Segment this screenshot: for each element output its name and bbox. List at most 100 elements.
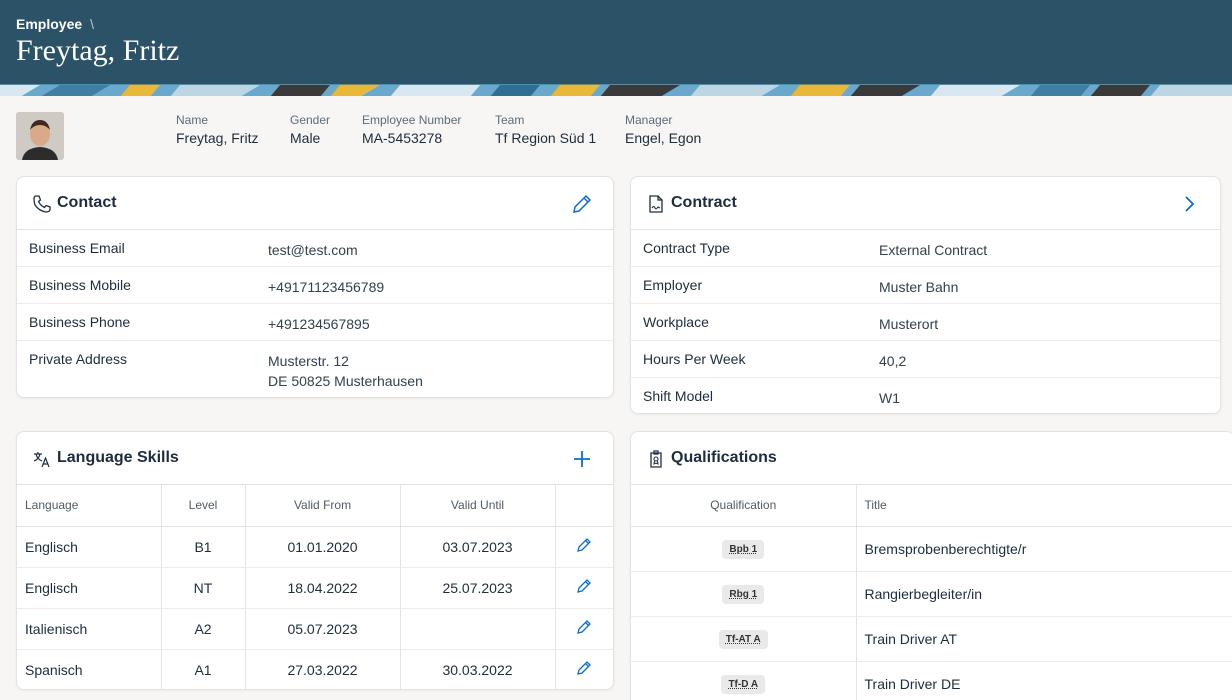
profile-label: Employee Number (362, 113, 462, 127)
breadcrumb-employee-link[interactable]: Employee (16, 16, 82, 32)
contract-title: Contract (671, 194, 737, 211)
banner-pattern-icon (0, 85, 1232, 96)
contract-row: Hours Per Week 40,2 (631, 341, 1220, 378)
contract-label: Hours Per Week (643, 351, 746, 367)
table-row: Englisch NT 18.04.2022 25.07.2023 (17, 567, 613, 609)
profile-field-name: Name Freytag, Fritz (176, 113, 258, 146)
language-cell: Spanisch (17, 649, 162, 689)
contract-value: W1 (879, 390, 900, 406)
qualification-badge[interactable]: Tf-D A (721, 674, 766, 694)
business-mobile-link[interactable]: +49171123456789 (268, 277, 384, 297)
business-phone-link[interactable]: +491234567895 (268, 314, 370, 334)
level-cell: NT (161, 567, 246, 609)
contact-row: Business Email test@test.com (17, 230, 613, 267)
language-cell: Englisch (17, 567, 162, 609)
contact-row: Business Phone +491234567895 (17, 304, 613, 341)
edit-row-pencil-icon[interactable] (575, 659, 593, 677)
profile-value: Engel, Egon (625, 130, 702, 146)
profile-label: Name (176, 113, 209, 127)
language-card-header: Language Skills (17, 432, 613, 485)
business-email-link[interactable]: test@test.com (268, 240, 358, 260)
profile-value: Freytag, Fritz (176, 130, 259, 146)
title-cell: Bremsprobenberechtigte/r (856, 526, 1232, 572)
contract-document-icon (649, 195, 663, 213)
breadcrumb-separator: \ (90, 16, 95, 32)
edit-row-pencil-icon[interactable] (575, 618, 593, 636)
language-cell: Englisch (17, 526, 162, 568)
edit-row-pencil-icon[interactable] (575, 536, 593, 554)
profile-label: Gender (290, 113, 331, 127)
contact-label: Business Mobile (29, 277, 131, 293)
table-row: Englisch B1 01.01.2020 03.07.2023 (17, 526, 613, 568)
contact-row: Business Mobile +49171123456789 (17, 267, 613, 304)
level-cell: A1 (161, 649, 246, 689)
valid-until-cell (400, 608, 556, 650)
valid-until-cell: 03.07.2023 (400, 526, 556, 568)
contact-row: Private Address Musterstr. 12 DE 50825 M… (17, 341, 613, 397)
address-line-1: Musterstr. 12 (268, 353, 349, 369)
decorative-banner (0, 84, 1232, 96)
title-cell: Train Driver AT (856, 616, 1232, 662)
chevron-right-icon[interactable] (1176, 191, 1202, 217)
contract-value: Musterort (879, 316, 939, 332)
valid-from-cell: 01.01.2020 (245, 526, 401, 568)
column-header-valid-from[interactable]: Valid From (245, 485, 401, 527)
table-row: Spanisch A1 27.03.2022 30.03.2022 (17, 649, 613, 689)
qualification-cell: Rbg 1 (631, 571, 857, 617)
contract-label: Shift Model (643, 388, 714, 404)
qualifications-table-header: Qualification Title (631, 485, 1232, 527)
contact-card: Contact Business Email test@test.com Bus… (16, 176, 614, 398)
edit-contact-pencil-icon[interactable] (569, 191, 595, 217)
valid-from-cell: 05.07.2023 (245, 608, 401, 650)
table-row: Bpb 1 Bremsprobenberechtigte/r (631, 526, 1232, 572)
row-actions (555, 526, 613, 568)
profile-field-gender: Gender Male (290, 113, 330, 146)
language-cell: Italienisch (17, 608, 162, 650)
breadcrumb: Employee \ (16, 16, 94, 32)
qualifications-table: Qualification Title Bpb 1 Bremsprobenber… (631, 485, 1232, 700)
contract-value: Muster Bahn (879, 279, 959, 295)
qualification-cell: Tf-D A (631, 661, 857, 700)
title-cell: Train Driver DE (856, 661, 1232, 700)
avatar (16, 112, 64, 160)
address-line-2: DE 50825 Musterhausen (268, 373, 423, 389)
column-header-qualification[interactable]: Qualification (631, 485, 857, 527)
profile-label: Manager (625, 113, 673, 127)
row-actions (555, 608, 613, 650)
edit-row-pencil-icon[interactable] (575, 577, 593, 595)
column-header-actions (555, 485, 613, 527)
level-cell: B1 (161, 526, 246, 568)
language-table: Language Level Valid From Valid Until En… (17, 485, 613, 689)
level-cell: A2 (161, 608, 246, 650)
column-header-title[interactable]: Title (856, 485, 1232, 527)
qualification-cell: Tf-AT A (631, 616, 857, 662)
add-icon[interactable] (569, 446, 595, 472)
qualification-badge[interactable]: Rbg 1 (722, 584, 765, 604)
contract-row: Shift Model W1 (631, 378, 1220, 413)
contract-card: Contract Contract Type External Contract… (630, 176, 1221, 414)
table-row: Tf-D A Train Driver DE (631, 661, 1232, 700)
row-actions (555, 649, 613, 689)
profile-label: Team (495, 113, 525, 127)
contract-row: Contract Type External Contract (631, 230, 1220, 267)
qualifications-title: Qualifications (671, 449, 777, 466)
column-header-language[interactable]: Language (17, 485, 162, 527)
valid-from-cell: 18.04.2022 (245, 567, 401, 609)
profile-value: MA-5453278 (362, 130, 443, 146)
profile-field-employee-number: Employee Number MA-5453278 (362, 113, 461, 146)
contract-row: Workplace Musterort (631, 304, 1220, 341)
valid-until-cell: 30.03.2022 (400, 649, 556, 689)
profile-field-team: Team Tf Region Süd 1 (495, 113, 596, 146)
phone-icon (33, 195, 51, 213)
contract-label: Workplace (643, 314, 709, 330)
qualifications-card: Qualifications Qualification Title Bpb 1… (630, 431, 1232, 700)
qualification-badge[interactable]: Tf-AT A (718, 629, 768, 649)
column-header-level[interactable]: Level (161, 485, 246, 527)
column-header-valid-until[interactable]: Valid Until (400, 485, 556, 527)
page-title: Freytag, Fritz (16, 34, 180, 67)
valid-until-cell: 25.07.2023 (400, 567, 556, 609)
profile-value: Male (290, 130, 321, 146)
language-skills-card: Language Skills Language Level Valid Fro… (16, 431, 614, 690)
contract-card-header: Contract (631, 177, 1220, 230)
qualification-badge[interactable]: Bpb 1 (722, 539, 765, 559)
